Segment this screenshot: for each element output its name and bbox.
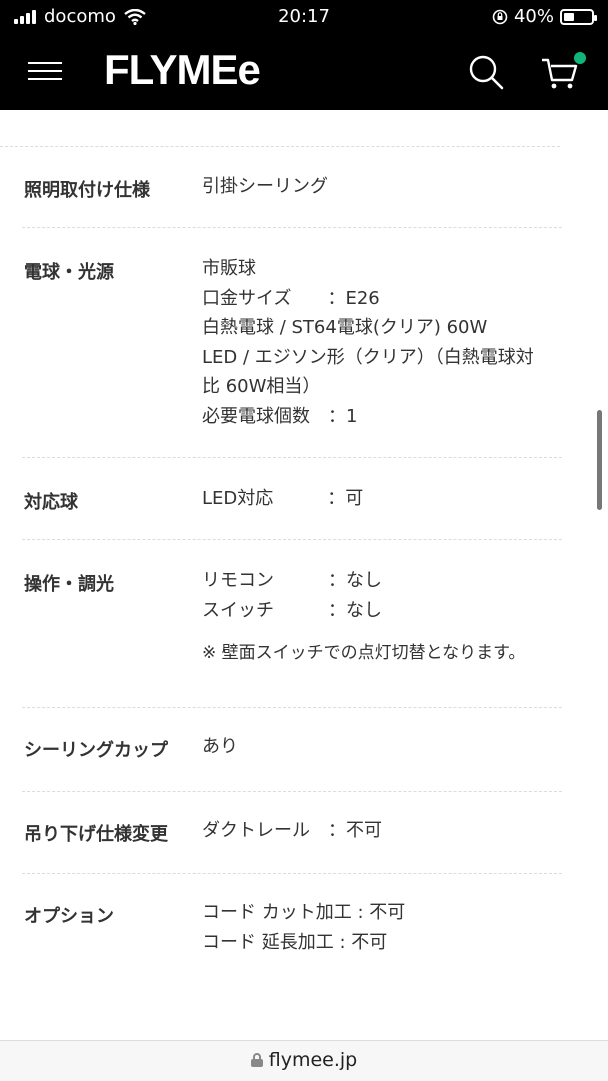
spec-label: 電球・光源 [24,262,114,283]
site-logo[interactable]: FLYMEe [104,46,261,94]
spec-line: 引掛シーリング [202,176,328,197]
url-text: flymee.jp [268,1049,358,1071]
spec-line: LED / エジソン形（クリア）（白熱電球対 [202,346,534,368]
spec-row-mounting: 照明取付け仕様 引掛シーリング [22,146,562,228]
battery-percent: 40% [513,6,554,27]
spec-label: 吊り下げ仕様変更 [24,824,168,845]
spec-line: 必要電球個数 ：1 [202,405,358,427]
spec-row-ceiling-cup: シーリングカップ あり [22,708,562,792]
status-right: 40% [492,6,597,27]
spec-table: 照明取付け仕様 引掛シーリング 電球・光源 市販球 口金サイズ ：E26 白熱電… [0,110,608,1040]
spec-value: あり [202,732,572,762]
spec-line: 市販球 [202,258,256,279]
spec-value: コード カット加工 : 不可 コード 延長加工 : 不可 [202,898,572,957]
battery-fill [564,12,574,21]
scrollbar[interactable] [597,410,602,510]
browser-url-bar[interactable]: flymee.jp [0,1040,608,1081]
spec-line: コード カット加工 : 不可 [202,902,406,923]
spec-row-control: 操作・調光 リモコン ：なし スイッチ ：なし ※ 壁面スイッチでの点灯切替とな… [22,540,562,708]
cut-off-row [0,110,560,147]
spec-line: あり [202,736,238,757]
spec-row-bulb: 電球・光源 市販球 口金サイズ ：E26 白熱電球 / ST64電球(クリア) … [22,228,562,458]
spec-label: 対応球 [24,492,78,513]
spec-line: ダクトレール ：不可 [202,820,382,841]
lock-icon [250,1053,263,1067]
spec-row-compatible-bulb: 対応球 LED対応 ：可 [22,458,562,540]
spec-value: リモコン ：なし スイッチ ：なし ※ 壁面スイッチでの点灯切替となります。 [202,566,572,669]
spec-line: コード 延長加工 : 不可 [202,931,388,953]
spec-row-suspension-change: 吊り下げ仕様変更 ダクトレール ：不可 [22,792,562,874]
spec-label: 操作・調光 [24,574,114,595]
battery-icon [560,8,597,25]
spec-value: 市販球 口金サイズ ：E26 白熱電球 / ST64電球(クリア) 60W LE… [202,254,572,431]
spec-value: 引掛シーリング [202,172,572,202]
spec-line: 口金サイズ ：E26 [202,287,380,309]
url-display[interactable]: flymee.jp [250,1049,358,1071]
spec-value: LED対応 ：可 [202,484,572,514]
spec-label: シーリングカップ [24,740,168,761]
spec-line: スイッチ ：なし [202,599,382,621]
search-icon[interactable] [466,52,506,92]
spec-line: 白熱電球 / ST64電球(クリア) 60W [202,317,488,338]
spec-row-options: オプション コード カット加工 : 不可 コード 延長加工 : 不可 [22,874,562,984]
spec-label: 照明取付け仕様 [24,180,150,201]
spec-label: オプション [24,906,114,927]
status-bar: docomo 20:17 40% [0,0,608,34]
cart-badge [574,52,586,64]
spec-line: リモコン ：なし [202,570,382,591]
cart-button[interactable] [538,50,586,94]
spec-line: 比 60W相当） [202,376,321,397]
spec-note: ※ 壁面スイッチでの点灯切替となります。 [202,643,526,663]
hamburger-menu-icon[interactable] [28,56,62,86]
site-header: FLYMEe [0,34,608,110]
spec-value: ダクトレール ：不可 [202,816,572,846]
spec-line: LED対応 ：可 [202,488,364,509]
orientation-lock-icon [492,9,508,24]
